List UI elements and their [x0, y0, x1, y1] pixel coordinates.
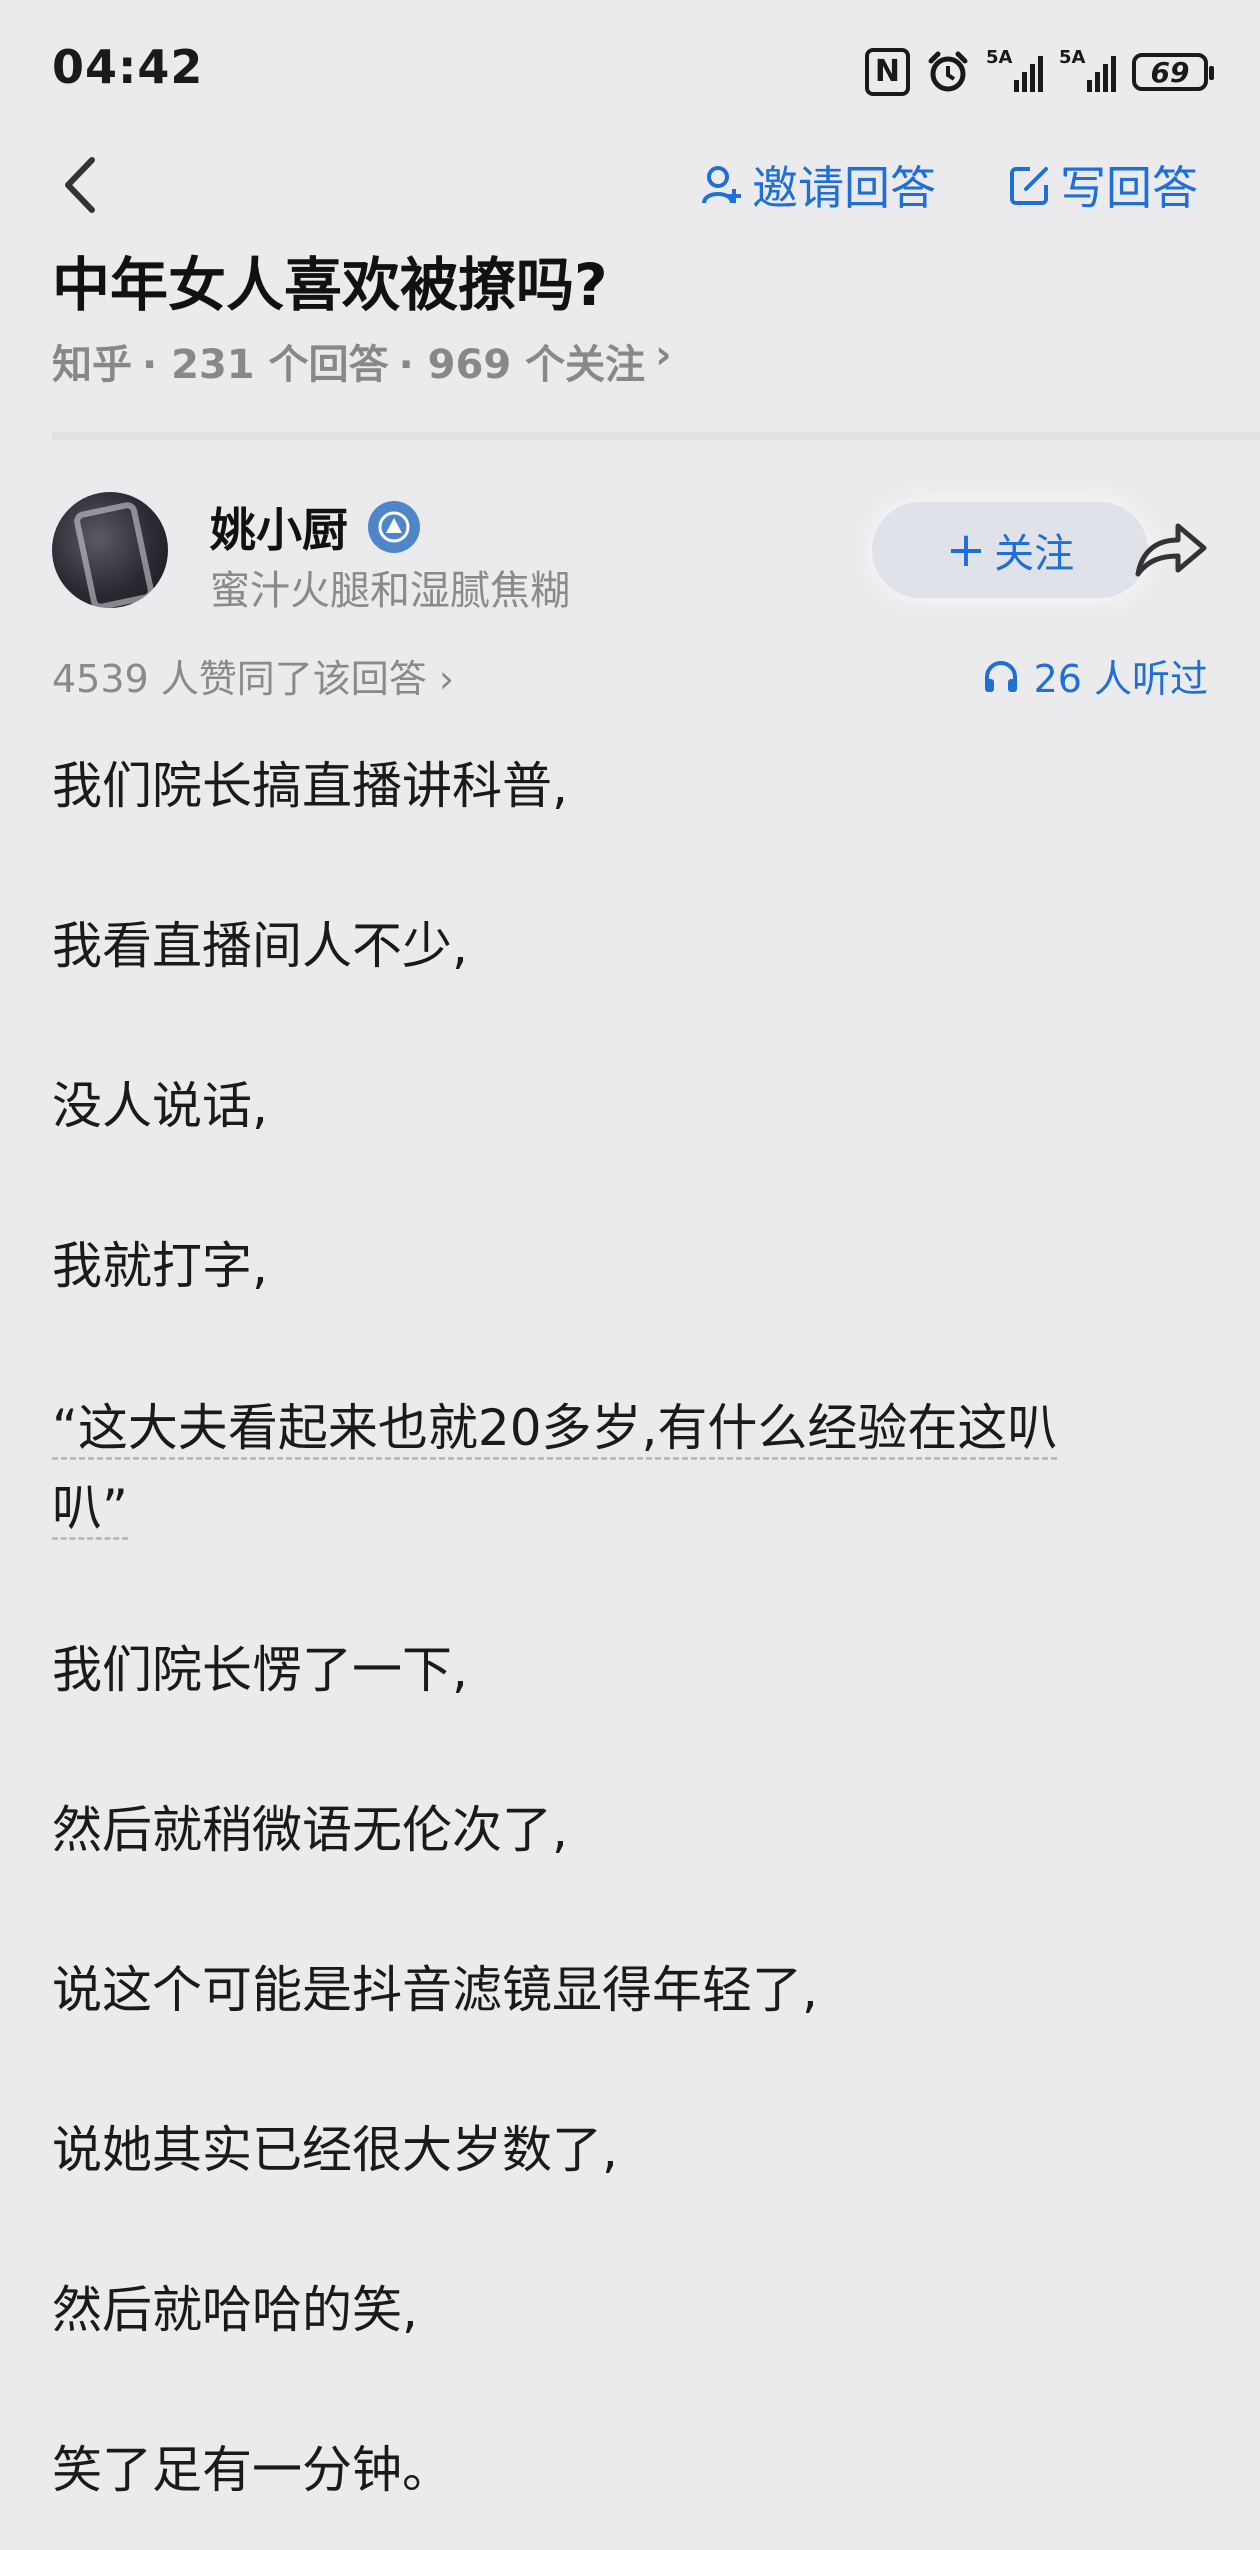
answer-paragraph: 我就打字, — [52, 1237, 268, 1295]
signal-icon-sim1: 5A — [986, 48, 1043, 92]
section-divider — [52, 432, 1260, 440]
top-nav: 邀请回答 写回答 — [0, 140, 1260, 240]
answer-paragraph: 我们院长愣了一下, — [52, 1641, 468, 1699]
invite-answer-label: 邀请回答 — [752, 161, 936, 215]
battery-icon: 69 — [1132, 53, 1214, 91]
listen-count-label: 26 人听过 — [1033, 657, 1208, 701]
invite-user-icon — [702, 166, 741, 204]
verified-badge-icon — [368, 501, 420, 553]
answer-paragraph: 说她其实已经很大岁数了, — [52, 2121, 618, 2179]
status-icons: N 5A 5A 69 — [864, 44, 1214, 100]
follower-count: · 969 个关注 — [398, 342, 646, 388]
author-name: 姚小厨 — [210, 503, 348, 557]
answer-stats: 4539 人赞同了该回答 › 26 人听过 — [52, 648, 1208, 708]
answer-paragraph: 然后就哈哈的笑, — [52, 2281, 418, 2339]
question-title[interactable]: 中年女人喜欢被撩吗? — [52, 238, 608, 322]
answer-quote-paragraph[interactable]: “这大夫看起来也就20多岁,有什么经验在这叭 叭” — [52, 1388, 1208, 1548]
write-answer-button[interactable]: 写回答 — [1008, 150, 1198, 220]
answer-paragraph: 笑了足有一分钟。 — [52, 2441, 452, 2499]
answer-paragraph: 说这个可能是抖音滤镜显得年轻了, — [52, 1961, 818, 2019]
signal-icon-sim2: 5A — [1059, 48, 1116, 92]
question-source: 知乎 — [52, 342, 132, 388]
answer-paragraph: 没人说话, — [52, 1077, 268, 1135]
follow-label: 关注 — [994, 531, 1075, 577]
answer-paragraph: 我们院长搞直播讲科普, — [52, 757, 568, 815]
answer-quote-line-2: 叭” — [52, 1479, 128, 1540]
answer-paragraph: 然后就稍微语无伦次了, — [52, 1801, 568, 1859]
author-row: 姚小厨 蜜汁火腿和湿腻焦糊 + 关注 — [52, 492, 1212, 614]
question-meta[interactable]: 知乎 · 231 个回答 · 969 个关注 › — [52, 332, 672, 390]
alarm-icon — [928, 51, 968, 92]
invite-answer-button[interactable]: 邀请回答 — [700, 150, 936, 220]
avatar[interactable] — [52, 492, 168, 608]
nfc-icon: N — [864, 48, 910, 96]
share-icon[interactable] — [1132, 516, 1210, 582]
chevron-right-icon: › — [655, 332, 672, 378]
answer-paragraph: 我看直播间人不少, — [52, 917, 468, 975]
back-arrow-icon[interactable] — [52, 150, 112, 220]
plus-icon: + — [945, 522, 987, 578]
author-name-row[interactable]: 姚小厨 — [210, 494, 420, 560]
edit-icon — [1010, 167, 1048, 205]
follow-button[interactable]: + 关注 — [872, 502, 1148, 598]
answer-count: · 231 个回答 — [142, 342, 389, 388]
upvote-count[interactable]: 4539 人赞同了该回答 › — [52, 648, 454, 703]
headphones-icon — [984, 660, 1017, 692]
status-bar: 04:42 N 5A 5A 69 — [0, 0, 1260, 140]
status-time: 04:42 — [52, 40, 204, 94]
listen-count[interactable]: 26 人听过 — [982, 648, 1208, 703]
answer-quote-line-1: “这大夫看起来也就20多岁,有什么经验在这叭 — [52, 1399, 1058, 1460]
write-answer-label: 写回答 — [1060, 161, 1198, 215]
author-bio: 蜜汁火腿和湿腻焦糊 — [210, 568, 570, 614]
